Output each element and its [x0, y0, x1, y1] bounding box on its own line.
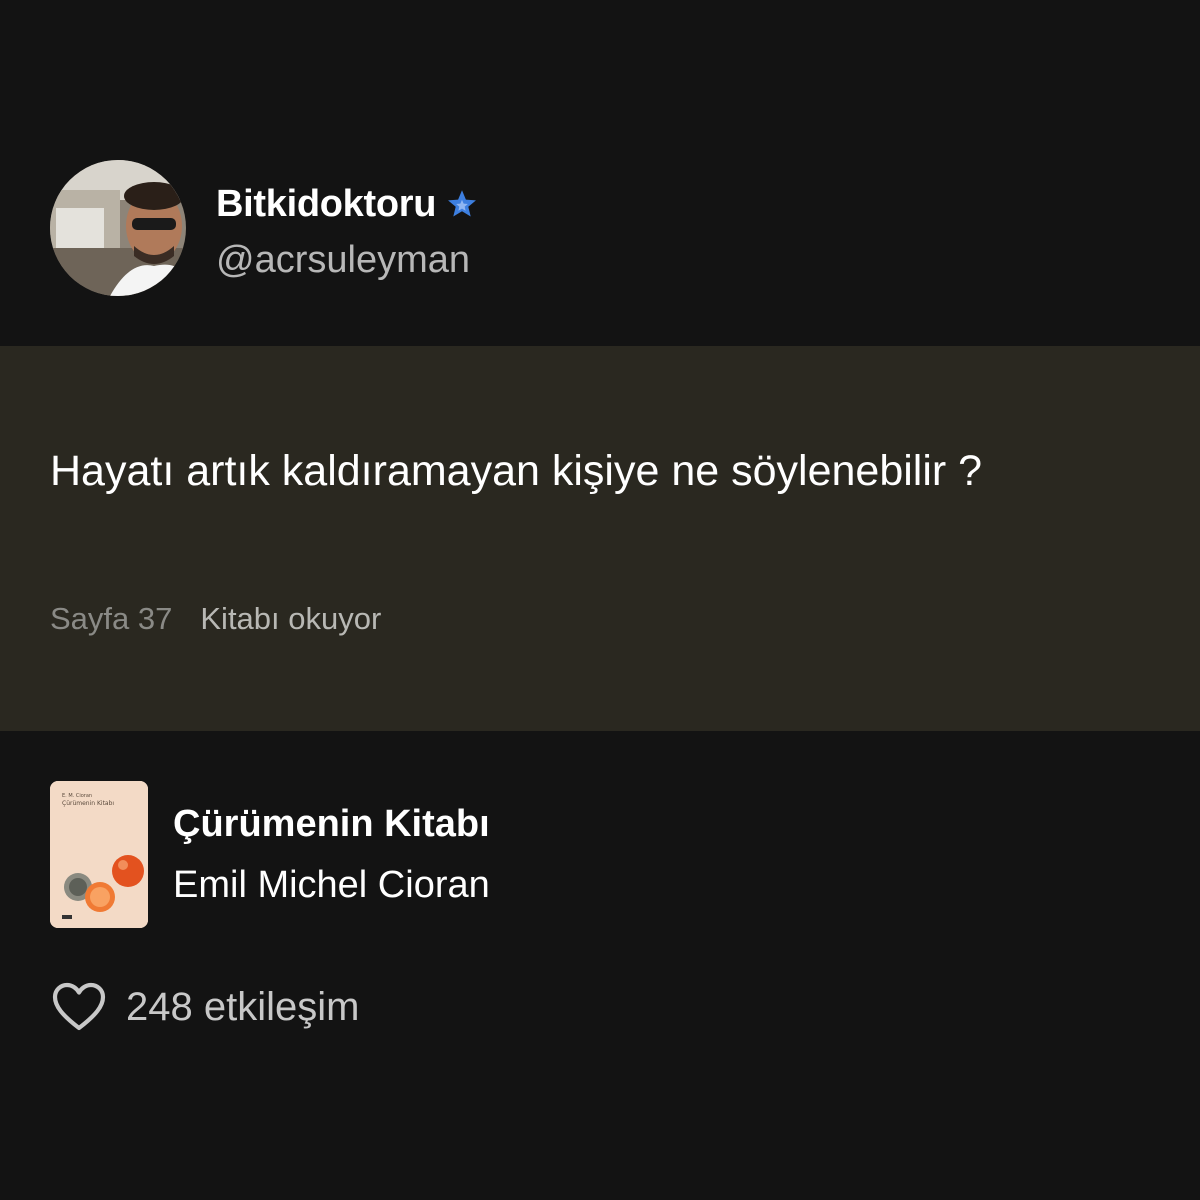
book-author[interactable]: Emil Michel Cioran: [173, 864, 490, 907]
profile-header[interactable]: Bitkidoktoru @acrsuleyman: [50, 160, 480, 296]
reading-status: Kitabı okuyor: [200, 601, 382, 636]
quote-text: Hayatı artık kaldıramayan kişiye ne söyl…: [50, 447, 983, 495]
cover-author: E. M. Cioran: [62, 793, 92, 799]
interactions[interactable]: 248 etkileşim: [52, 982, 359, 1032]
avatar[interactable]: [50, 160, 186, 296]
quote-meta: Sayfa 37 Kitabı okuyor: [50, 601, 381, 637]
book-title[interactable]: Çürümenin Kitabı: [173, 803, 490, 846]
heart-outline-icon[interactable]: [52, 982, 106, 1032]
book-row[interactable]: E. M. Cioran Çürümenin Kitabı Çürümenin …: [50, 781, 490, 928]
post-screen: Bitkidoktoru @acrsuleyman Hayatı artık k…: [0, 0, 1200, 1200]
star-badge-icon: [444, 187, 480, 223]
quote-card[interactable]: Hayatı artık kaldıramayan kişiye ne söyl…: [0, 346, 1200, 731]
display-name[interactable]: Bitkidoktoru: [216, 183, 436, 226]
book-cover[interactable]: E. M. Cioran Çürümenin Kitabı: [50, 781, 148, 928]
cover-title: Çürümenin Kitabı: [62, 800, 114, 807]
avatar-photo: [50, 160, 186, 296]
interaction-count: 248 etkileşim: [126, 984, 360, 1029]
page-number: Sayfa 37: [50, 601, 173, 636]
user-handle[interactable]: @acrsuleyman: [216, 239, 480, 282]
